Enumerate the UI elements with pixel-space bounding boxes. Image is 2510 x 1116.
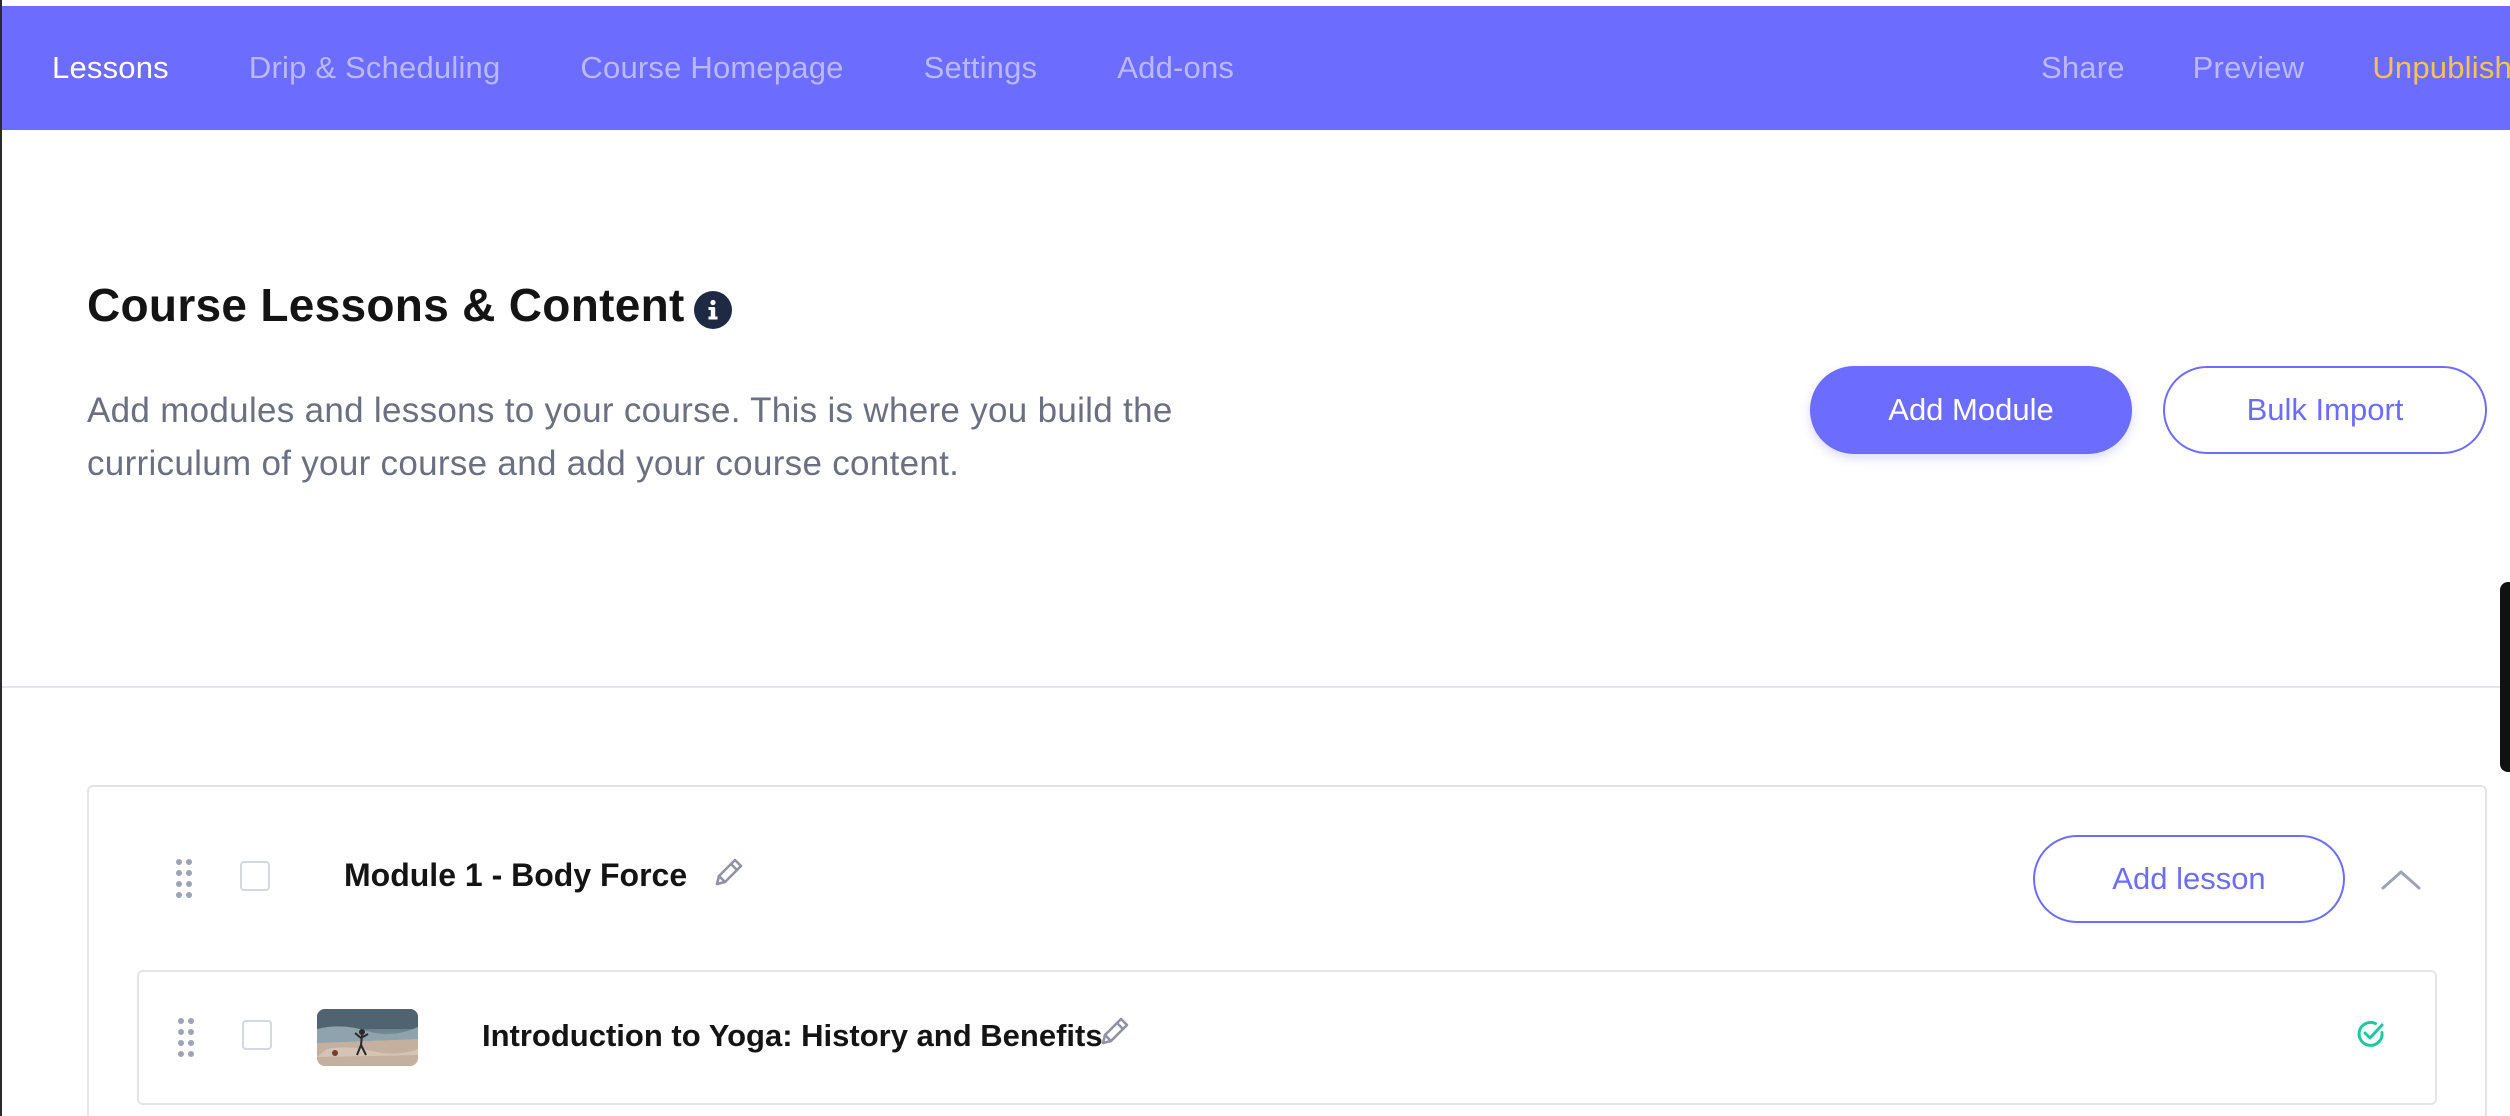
add-module-button[interactable]: Add Module <box>1810 366 2132 454</box>
module-title: Module 1 - Body Force <box>344 857 688 893</box>
tab-lessons[interactable]: Lessons <box>52 50 169 86</box>
section-divider <box>2 686 2510 688</box>
module-select-checkbox[interactable] <box>240 861 270 891</box>
lesson-drag-handle-icon[interactable] <box>178 1018 196 1058</box>
share-link[interactable]: Share <box>2041 50 2125 86</box>
page-title: Course Lessons & Content <box>87 279 685 331</box>
info-icon[interactable] <box>694 291 732 329</box>
nav-actions: Share Preview Unpublish <box>2041 6 2510 130</box>
collapse-chevron-up-icon[interactable] <box>2379 866 2423 894</box>
lesson-edit-pencil-icon[interactable] <box>1098 1014 1132 1048</box>
app-window: Lessons Drip & Scheduling Course Homepag… <box>0 0 2510 1116</box>
tab-drip-scheduling[interactable]: Drip & Scheduling <box>249 50 501 86</box>
add-lesson-button[interactable]: Add lesson <box>2033 835 2345 923</box>
tab-settings[interactable]: Settings <box>924 50 1038 86</box>
page-description: Add modules and lessons to your course. … <box>87 391 1173 483</box>
unpublish-link[interactable]: Unpublish <box>2372 50 2510 86</box>
tab-add-ons[interactable]: Add-ons <box>1117 50 1234 86</box>
preview-link[interactable]: Preview <box>2193 50 2305 86</box>
top-nav: Lessons Drip & Scheduling Course Homepag… <box>2 6 2510 130</box>
module-edit-pencil-icon[interactable] <box>712 855 746 889</box>
lesson-title[interactable]: Introduction to Yoga: History and Benefi… <box>482 1018 1103 1054</box>
tab-course-homepage[interactable]: Course Homepage <box>580 50 843 86</box>
bulk-import-button[interactable]: Bulk Import <box>2163 366 2487 454</box>
check-circle-icon <box>2356 1019 2386 1049</box>
nav-tabs: Lessons Drip & Scheduling Course Homepag… <box>2 6 1234 130</box>
module-drag-handle-icon[interactable] <box>176 859 194 899</box>
lesson-thumbnail <box>317 1009 418 1066</box>
side-panel-tab[interactable] <box>2500 582 2510 772</box>
lesson-select-checkbox[interactable] <box>242 1020 272 1050</box>
